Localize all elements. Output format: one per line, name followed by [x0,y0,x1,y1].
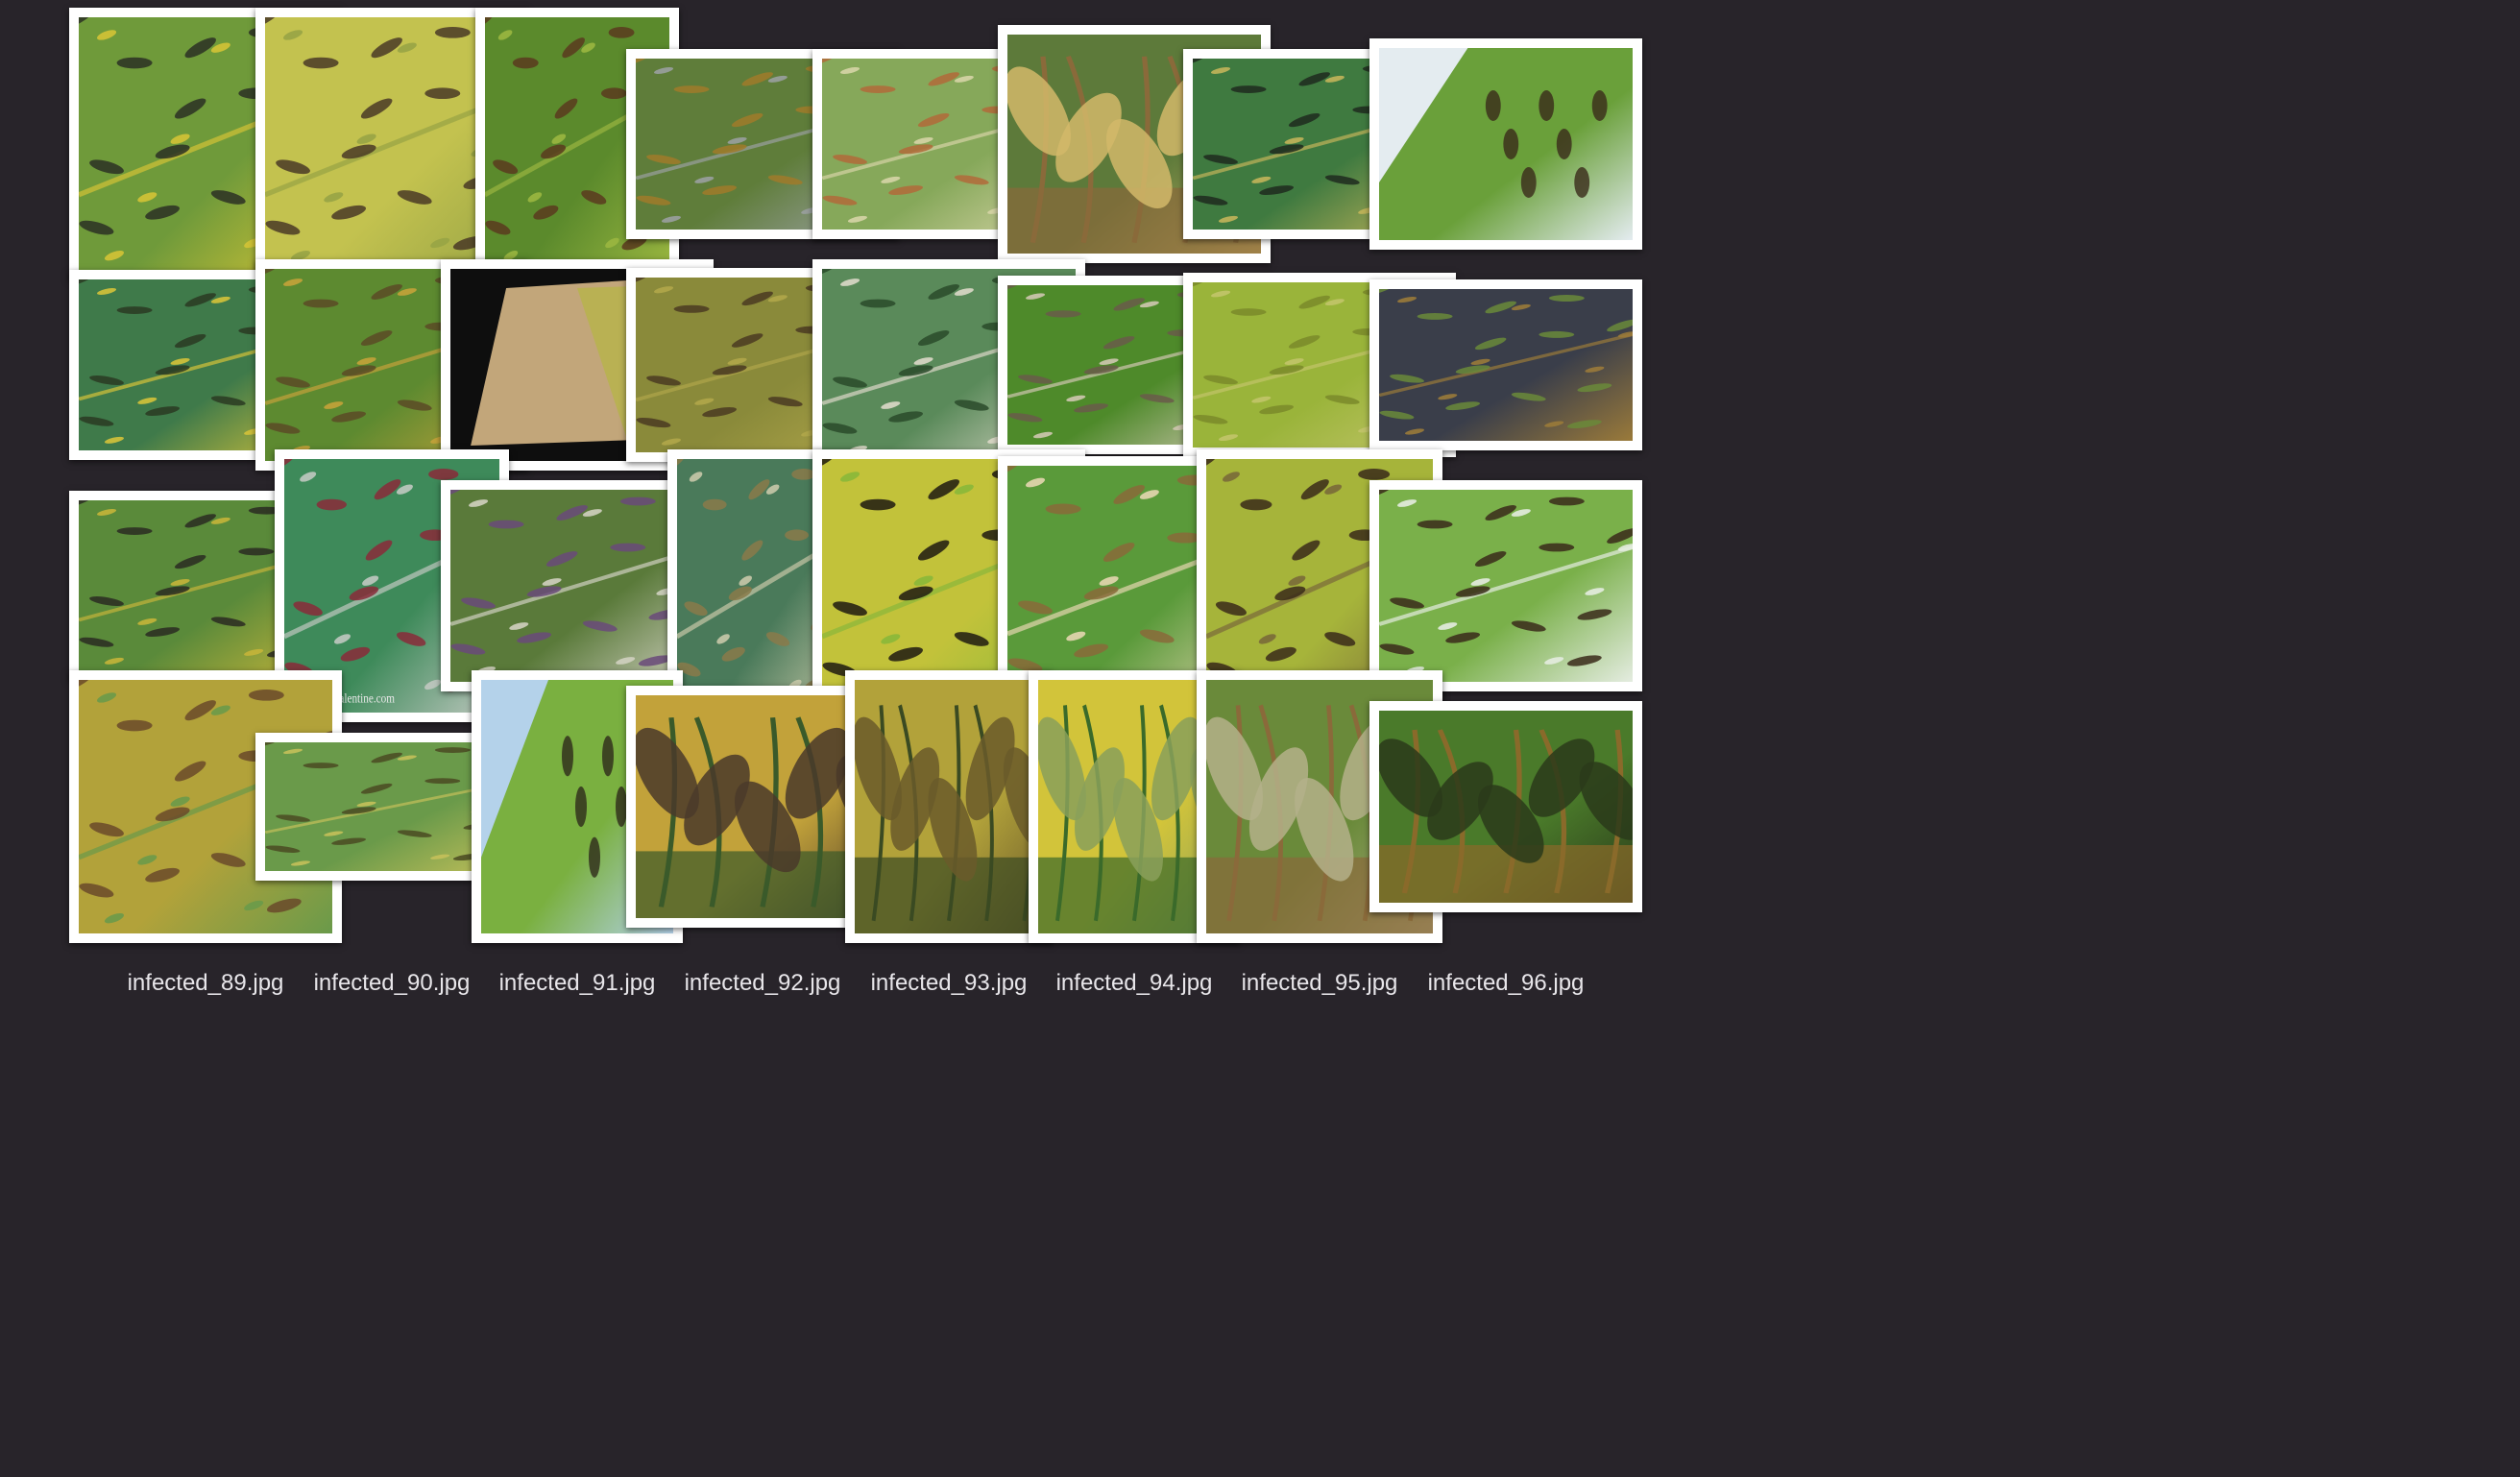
thumbnail-container [1362,682,1650,932]
image-thumbnail[interactable] [1369,701,1642,912]
thumbnail-image [1379,490,1633,682]
image-thumbnail[interactable] [1369,38,1642,250]
thumbnail-image [1379,48,1633,240]
file-grid: infected_65.jpginfected_66.jpginfected_6… [0,0,2520,1477]
thumbnail-image [1379,711,1633,903]
image-thumbnail[interactable] [1369,480,1642,691]
file-item[interactable]: infected_96.jpg [1362,682,1650,996]
file-name-label[interactable]: infected_96.jpg [1362,970,1650,997]
thumbnail-container [1362,19,1650,269]
image-thumbnail[interactable] [1369,279,1642,450]
thumbnail-image [1379,289,1633,441]
